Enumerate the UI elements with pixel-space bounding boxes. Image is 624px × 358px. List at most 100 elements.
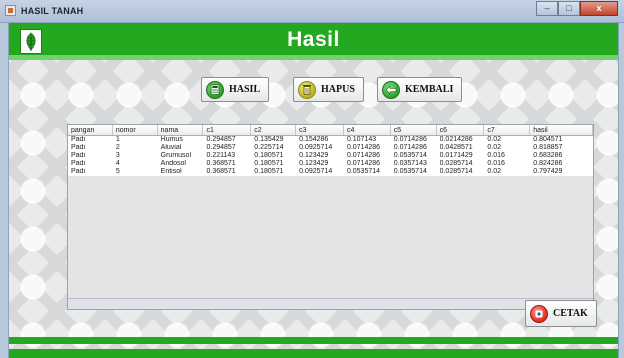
hasil-button[interactable]: HASIL <box>201 77 270 102</box>
table-cell-c6: 0.0285714 <box>439 160 473 167</box>
table-cell-c3: 0.0925714 <box>299 168 333 175</box>
table-cell-c4: 0.107143 <box>346 136 377 143</box>
table-cell-pangan: Padi <box>71 152 86 159</box>
table-cell-nomor: 1 <box>115 136 120 143</box>
hapus-button-label: HAPUS <box>321 84 355 95</box>
table-cell-c7: 0.02 <box>487 136 502 143</box>
table-cell-c5: 0.0535714 <box>393 152 427 159</box>
table-cell-hasil: 0.797429 <box>533 168 563 175</box>
table-cell-c7: 0.02 <box>487 144 502 151</box>
column-header-hasil[interactable]: hasil <box>530 125 593 135</box>
table-cell-c4: 0.0714286 <box>346 160 381 167</box>
cetak-button[interactable]: CETAK <box>525 300 597 327</box>
table-cell-c6: 0.0171429 <box>439 152 473 159</box>
title-bar[interactable]: HASIL TANAH – □ x <box>0 0 624 23</box>
table-cell-c1: 0.294857 <box>206 136 236 143</box>
table-cell-c2: 0.180571 <box>254 160 284 167</box>
column-header-c4[interactable]: c4 <box>344 125 391 135</box>
table-cell-c3: 0.154286 <box>299 136 329 143</box>
table-cell-c7: 0.016 <box>487 160 505 167</box>
window-controls: – □ x <box>536 1 618 16</box>
column-header-nama[interactable]: nama <box>158 125 204 135</box>
hasil-button-label: HASIL <box>229 84 261 95</box>
maximize-button[interactable]: □ <box>558 1 580 16</box>
table-cell-c6: 0.0285714 <box>439 168 473 175</box>
footer-bar-top <box>9 337 618 344</box>
table-row[interactable]: Padi 2 Aluvial 0.294857 0.225714 0.0925714 0.0… <box>68 144 593 152</box>
back-arrow-icon <box>382 80 400 99</box>
table-cell-c5: 0.0535714 <box>393 168 427 175</box>
column-header-c3[interactable]: c3 <box>296 125 344 135</box>
table-cell-nama: Andosol <box>160 160 186 167</box>
table-cell-c3: 0.0925714 <box>299 144 333 151</box>
table-cell-nama: Entisol <box>160 168 182 175</box>
table-cell-c1: 0.221143 <box>206 152 236 159</box>
close-button[interactable]: x <box>580 1 618 16</box>
column-header-nomor[interactable]: nomor <box>113 125 158 135</box>
table-cell-nomor: 3 <box>115 152 120 159</box>
table-cell-nomor: 5 <box>115 168 120 175</box>
table-cell-c5: 0.0714286 <box>393 136 427 143</box>
calculator-icon <box>206 80 224 99</box>
table-cell-c3: 0.123429 <box>299 160 329 167</box>
application-window: HASIL TANAH – □ x Hasil HASIL HAPUS KEMB… <box>0 0 624 358</box>
table-cell-pangan: Padi <box>71 168 86 175</box>
results-table[interactable]: pangan nomor nama c1 c2 c3 c4 c5 c6 c7 hasil Padi 1… <box>67 124 594 310</box>
table-cell-c7: 0.02 <box>487 168 502 175</box>
hapus-button[interactable]: HAPUS <box>293 77 364 102</box>
window-right-border <box>618 23 624 358</box>
table-cell-c1: 0.368571 <box>206 160 236 167</box>
table-row[interactable]: Padi 3 Grumusol 0.221143 0.180571 0.123429 0.0… <box>68 152 593 160</box>
table-cell-c2: 0.135429 <box>254 136 284 143</box>
table-cell-pangan: Padi <box>71 160 86 167</box>
window-left-border <box>0 23 9 358</box>
table-cell-nama: Grumusol <box>160 152 191 159</box>
table-cell-c4: 0.0714286 <box>346 152 381 159</box>
kembali-button[interactable]: KEMBALI <box>377 77 463 102</box>
table-cell-c5: 0.0714286 <box>393 144 427 151</box>
table-cell-c1: 0.294857 <box>206 144 236 151</box>
column-header-c5[interactable]: c5 <box>391 125 437 135</box>
table-cell-c2: 0.225714 <box>254 144 284 151</box>
column-header-c6[interactable]: c6 <box>437 125 485 135</box>
app-icon <box>5 5 16 16</box>
column-header-c1[interactable]: c1 <box>203 125 252 135</box>
horizontal-scrollbar[interactable] <box>68 298 593 309</box>
table-cell-nomor: 2 <box>115 144 120 151</box>
table-cell-hasil: 0.683286 <box>533 152 563 159</box>
content-panel: Hasil HASIL HAPUS KEMBALI pangan nomor nam… <box>9 23 618 358</box>
table-cell-c2: 0.180571 <box>254 152 284 159</box>
table-cell-nomor: 4 <box>115 160 120 167</box>
kembali-button-label: KEMBALI <box>405 84 454 95</box>
table-cell-nama: Humus <box>160 136 183 143</box>
table-cell-c1: 0.368571 <box>206 168 236 175</box>
table-header: pangan nomor nama c1 c2 c3 c4 c5 c6 c7 hasil <box>68 125 593 136</box>
table-cell-c4: 0.0714286 <box>346 144 381 151</box>
page-title: Hasil <box>287 28 340 51</box>
table-cell-hasil: 0.824286 <box>533 160 563 167</box>
table-cell-hasil: 0.818857 <box>533 144 563 151</box>
cetak-button-label: CETAK <box>553 308 588 319</box>
table-cell-hasil: 0.804571 <box>533 136 563 143</box>
table-row[interactable]: Padi 4 Andosol 0.368571 0.180571 0.123429 0.07… <box>68 160 593 168</box>
trash-icon <box>298 80 316 99</box>
table-row[interactable]: Padi 1 Humus 0.294857 0.135429 0.154286 0.1071… <box>68 136 593 144</box>
table-body: Padi 1 Humus 0.294857 0.135429 0.154286 0.1071… <box>68 136 593 176</box>
column-header-pangan[interactable]: pangan <box>68 125 113 135</box>
minimize-button[interactable]: – <box>536 1 558 16</box>
header-bar: Hasil <box>9 23 618 60</box>
table-cell-pangan: Padi <box>71 144 86 151</box>
table-cell-c7: 0.016 <box>487 152 505 159</box>
window-title: HASIL TANAH <box>21 6 84 16</box>
table-cell-c6: 0.0214286 <box>439 136 473 143</box>
column-header-c2[interactable]: c2 <box>251 125 297 135</box>
table-cell-c4: 0.0535714 <box>346 168 381 175</box>
table-cell-pangan: Padi <box>71 136 86 143</box>
column-header-c7[interactable]: c7 <box>484 125 531 135</box>
table-cell-c3: 0.123429 <box>299 152 329 159</box>
table-cell-c5: 0.0357143 <box>393 160 427 167</box>
table-cell-c6: 0.0428571 <box>439 144 473 151</box>
print-icon <box>530 304 548 323</box>
footer-bar-bottom <box>9 349 618 358</box>
table-row[interactable]: Padi 5 Entisol 0.368571 0.180571 0.0925714 0.0… <box>68 168 593 176</box>
